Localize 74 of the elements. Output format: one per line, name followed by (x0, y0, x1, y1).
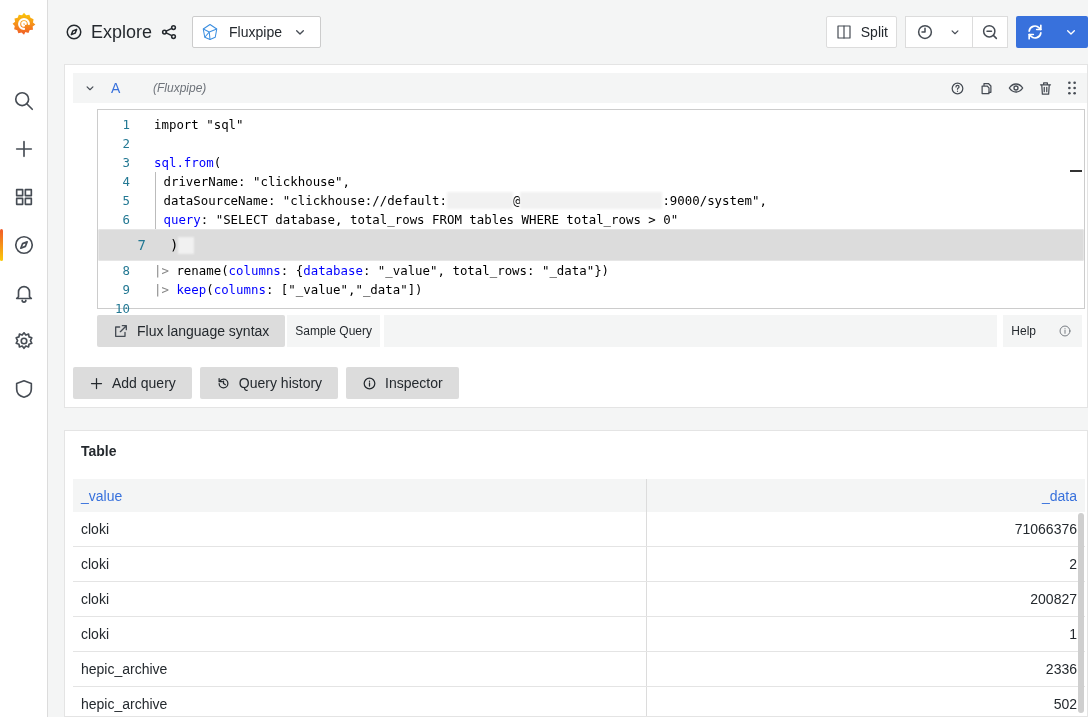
code-text: query (162, 212, 201, 227)
line-number: 5 (121, 193, 130, 208)
help-button[interactable]: Help (1003, 315, 1082, 347)
clock-icon (916, 23, 934, 41)
settings-icon (12, 330, 35, 352)
line-number: 4 (121, 174, 130, 189)
zoom-out-icon (981, 23, 999, 41)
code-text: database (303, 263, 363, 278)
table-cell: cloki (73, 546, 647, 582)
code-text: rename( (175, 263, 229, 278)
datasource-picker[interactable]: Fluxpipe (192, 16, 321, 48)
query-ref[interactable]: A (111, 80, 139, 96)
code-text: : "SELECT database, total_rows FROM tables WHERE total_rows > 0" (200, 212, 679, 227)
column-header[interactable]: _value (73, 479, 647, 512)
panel-title: Table (80, 442, 118, 461)
query-datasource: (Fluxpipe) (153, 81, 208, 95)
line-number: 2 (121, 136, 130, 151)
code-text: driverName: "clickhouse", (162, 174, 350, 189)
code-text: : ["_value","_data"]) (265, 282, 423, 297)
polyhedron-icon (201, 23, 220, 41)
line-number: 9 (121, 282, 130, 297)
sample-query-button[interactable]: Sample Query (287, 315, 380, 347)
line-number: 10 (114, 301, 130, 316)
help-icon[interactable] (950, 80, 965, 96)
plus-icon (89, 375, 104, 391)
refresh-icon (1025, 22, 1045, 42)
action-button[interactable]: Add query (73, 367, 192, 399)
share-icon[interactable] (160, 23, 179, 41)
code-text: :9000/system", (662, 193, 767, 208)
line-number: 6 (121, 212, 130, 227)
code-text: ) (170, 237, 179, 253)
history-icon (215, 375, 231, 391)
zoom-out-button[interactable] (973, 16, 1008, 48)
info-icon (1058, 324, 1072, 338)
compass-icon (12, 234, 35, 256)
line-number: 7 (136, 237, 146, 253)
code-text: |> (154, 263, 169, 278)
info-icon (362, 375, 378, 391)
code-text: @ (512, 193, 521, 208)
code-text: columns (213, 282, 266, 297)
split-button[interactable]: Split (825, 16, 897, 48)
drag-handle-icon[interactable] (1067, 81, 1077, 95)
table-cell: cloki (73, 581, 647, 617)
trash-icon[interactable] (1038, 80, 1053, 96)
eye-icon[interactable] (1008, 80, 1024, 96)
code-text: columns (228, 263, 281, 278)
code-text: |> (154, 282, 169, 297)
column-header[interactable]: _data (646, 479, 1085, 512)
copy-icon[interactable] (979, 80, 994, 96)
table-cell: cloki (73, 512, 647, 547)
table-cell: cloki (73, 616, 647, 652)
external-link-icon (113, 323, 129, 339)
table-cell: hepic_archive (73, 651, 647, 687)
time-picker-button[interactable] (905, 16, 973, 48)
split-icon (834, 23, 853, 41)
code-text: : "_value", total_rows: "_data"}) (362, 263, 610, 278)
code-text: ( (213, 155, 222, 170)
code-text: ( (206, 282, 214, 297)
table-cell: hepic_archive (73, 686, 647, 716)
code-text: : { (280, 263, 304, 278)
line-number: 1 (121, 117, 130, 132)
code-text: import "sql" (154, 117, 244, 132)
code-text: dataSourceName: "clickhouse://default: (162, 193, 447, 208)
line-number: 3 (121, 155, 130, 170)
page-title: Explore (91, 21, 153, 43)
compass-icon (65, 23, 83, 41)
code-text: sql.from (154, 155, 214, 170)
search-icon (12, 90, 35, 112)
action-button[interactable]: Inspector (346, 367, 459, 399)
logo-icon[interactable] (10, 11, 37, 37)
syntax-link[interactable]: Flux language syntax (97, 315, 286, 347)
line-number: 8 (121, 263, 130, 278)
action-button[interactable]: Query history (199, 367, 339, 399)
code-text: keep (175, 282, 207, 297)
